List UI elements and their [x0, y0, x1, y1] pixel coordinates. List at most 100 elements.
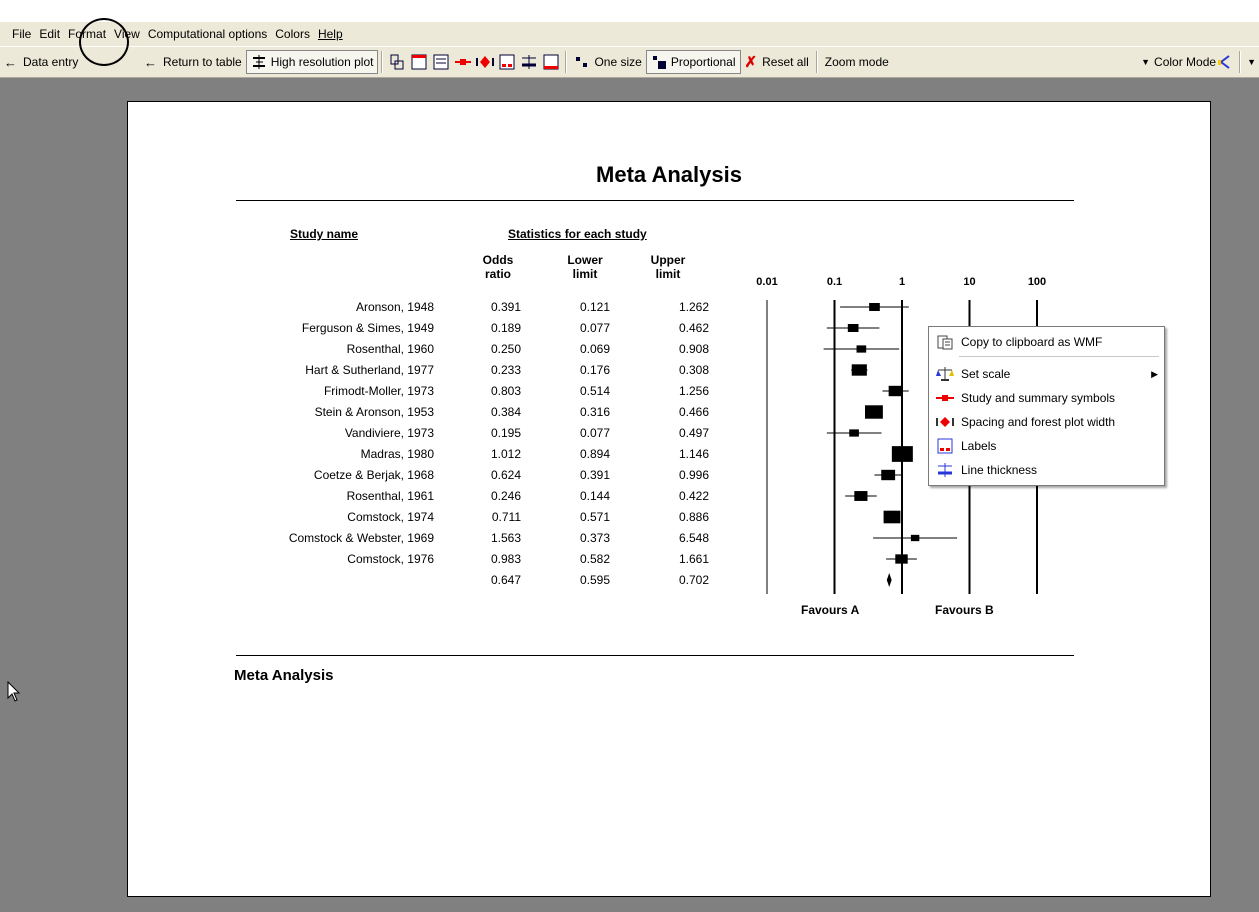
arrow-left-icon: ← [144, 54, 157, 70]
study-name: Comstock & Webster, 1969 [288, 531, 434, 545]
high-resolution-icon [252, 55, 265, 69]
reset-all-button[interactable]: ✗ Reset all [741, 50, 813, 74]
copy-wmf-menu-item[interactable]: Copy to clipboard as WMF [929, 331, 1164, 353]
line-thickness-menu-item[interactable]: Line thickness [929, 459, 1164, 481]
study-marker [851, 364, 867, 376]
one-size-icon [576, 57, 588, 67]
menu-view[interactable]: View [110, 27, 144, 41]
upper-limit-value: 0.886 [678, 510, 709, 524]
odds-ratio-value: 0.233 [490, 363, 521, 377]
study-name: Rosenthal, 1960 [346, 342, 434, 356]
study-marker [883, 510, 901, 524]
toolbar-separator [381, 51, 384, 73]
study-symbols-menu-item[interactable]: Study and summary symbols [929, 387, 1164, 409]
labels-icon[interactable] [498, 53, 516, 71]
one-size-button[interactable]: One size [570, 50, 645, 74]
study-marker [856, 345, 867, 353]
high-resolution-plot-label: High resolution plot [270, 55, 374, 69]
dropdown-arrow-icon: ▼ [1141, 57, 1151, 67]
odds-ratio-value: 0.384 [490, 405, 521, 419]
study-name: Ferguson & Simes, 1949 [301, 321, 434, 335]
high-resolution-plot-button[interactable]: High resolution plot [245, 50, 379, 74]
menu-colors[interactable]: Colors [271, 27, 314, 41]
upper-limit-value: 1.262 [678, 300, 709, 314]
study-marker [910, 534, 920, 542]
upper-limit-value: 0.462 [678, 321, 709, 335]
line-thickness-label: Line thickness [961, 463, 1038, 477]
labels-label: Labels [961, 439, 997, 453]
lower-limit-value: 0.077 [579, 426, 610, 440]
favours-a-label: Favours A [801, 603, 860, 617]
study-name: Aronson, 1948 [355, 300, 434, 314]
proportional-icon [652, 56, 666, 69]
menu-edit[interactable]: Edit [35, 27, 64, 41]
menu-separator [959, 356, 1159, 357]
menu-file[interactable]: File [0, 27, 35, 41]
color-mode-dropdown[interactable]: ▼ Color Mode [1137, 50, 1236, 74]
footer-title: Meta Analysis [234, 667, 334, 684]
mouse-cursor-icon [7, 681, 21, 702]
columns-icon[interactable] [432, 53, 450, 71]
upper-limit-value: 1.256 [678, 384, 709, 398]
toolbar-separator [815, 51, 818, 73]
spacing-icon[interactable] [476, 53, 495, 71]
study-symbols-label: Study and summary symbols [961, 391, 1116, 405]
summary-lower-limit: 0.595 [579, 573, 610, 587]
color-mode-icon [1218, 55, 1230, 69]
labels-menu-item[interactable]: Labels [929, 435, 1164, 457]
summary-diamond [886, 573, 892, 587]
study-name: Comstock, 1974 [347, 510, 434, 524]
toolbar-overflow-button[interactable]: ▼ [1244, 50, 1259, 74]
study-marker [881, 469, 896, 481]
report-title: Meta Analysis [596, 162, 742, 187]
lower-limit-value: 0.176 [579, 363, 610, 377]
lower-limit-value: 0.069 [579, 342, 610, 356]
lower-limit-header: Lower limit [555, 253, 615, 281]
zoom-mode-button[interactable]: Zoom mode [821, 50, 961, 74]
data-entry-button[interactable]: ← Data entry [0, 50, 140, 74]
study-marker [895, 554, 908, 564]
odds-ratio-header-line1: Odds [482, 253, 514, 267]
study-name: Hart & Sutherland, 1977 [305, 363, 434, 377]
lower-limit-value: 0.144 [579, 489, 610, 503]
frame-icon[interactable] [542, 53, 560, 71]
study-name: Rosenthal, 1961 [346, 489, 434, 503]
spacing-menu-item[interactable]: Spacing and forest plot width [929, 411, 1164, 433]
study-marker [849, 429, 859, 437]
proportional-button[interactable]: Proportional [645, 50, 741, 74]
spacing-label: Spacing and forest plot width [961, 415, 1116, 429]
study-name: Coetze & Berjak, 1968 [313, 468, 434, 482]
study-symbols-icon[interactable] [454, 53, 472, 71]
dropdown-arrow-icon: ▼ [1247, 57, 1256, 67]
header-icon[interactable] [410, 53, 428, 71]
lower-limit-value: 0.373 [579, 531, 610, 545]
set-scale-menu-item[interactable]: Set scale ▶ [929, 363, 1164, 385]
spacing-icon [935, 414, 955, 430]
x-tick-label: 0.01 [756, 276, 777, 288]
odds-ratio-value: 0.983 [490, 552, 521, 566]
proportional-label: Proportional [670, 55, 736, 69]
study-name: Stein & Aronson, 1953 [314, 405, 434, 419]
x-tick-label: 10 [963, 276, 975, 288]
line-thickness-icon[interactable] [520, 53, 538, 71]
menu-computational-options[interactable]: Computational options [144, 27, 271, 41]
one-size-label: One size [594, 55, 642, 69]
menu-format[interactable]: Format [64, 27, 110, 41]
study-name: Frimodt-Moller, 1973 [323, 384, 434, 398]
menu-help[interactable]: Help [314, 27, 347, 41]
odds-ratio-value: 0.246 [490, 489, 521, 503]
report-page: Meta Analysis Study name Statistics for … [127, 101, 1211, 897]
x-tick-label: 0.1 [827, 276, 842, 288]
submenu-arrow-icon: ▶ [1151, 368, 1158, 379]
return-to-table-button[interactable]: ← Return to table [140, 50, 246, 74]
odds-ratio-header: Odds ratio [468, 253, 528, 281]
upper-limit-value: 1.146 [678, 447, 709, 461]
study-name: Vandiviere, 1973 [344, 426, 434, 440]
study-symbols-icon [935, 390, 955, 406]
x-tick-label: 100 [1028, 276, 1046, 288]
lower-limit-value: 0.316 [579, 405, 610, 419]
upper-limit-value: 0.497 [678, 426, 709, 440]
odds-ratio-header-line2: ratio [484, 267, 511, 281]
toolbar-separator [1239, 51, 1242, 73]
layout-icon[interactable] [388, 53, 406, 71]
